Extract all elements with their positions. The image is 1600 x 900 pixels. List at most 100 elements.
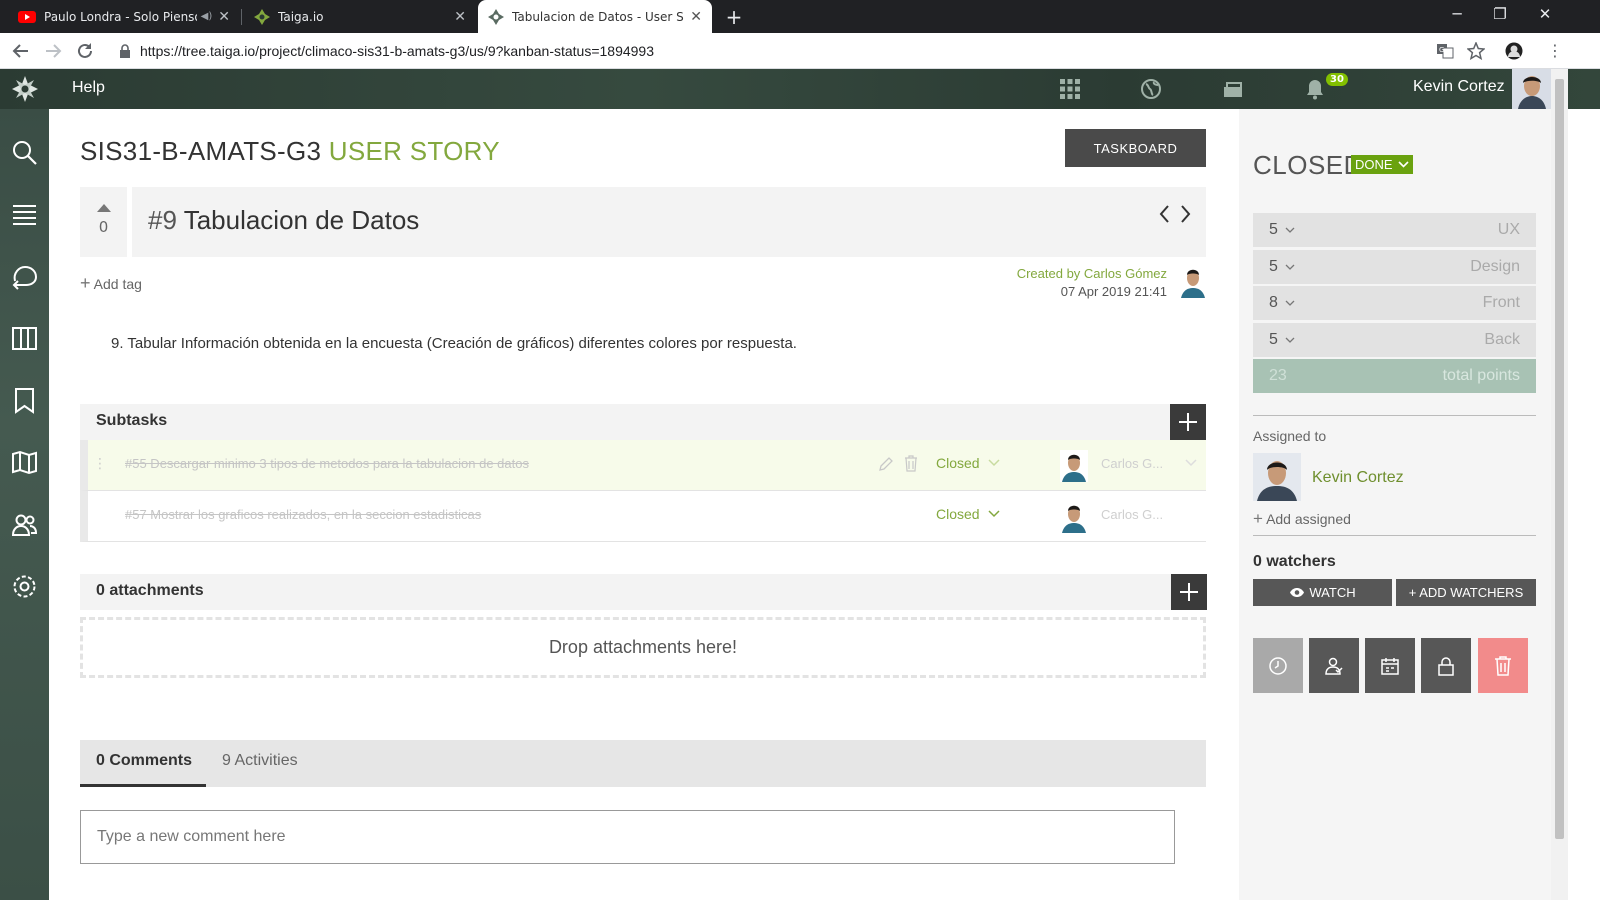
subtask-status[interactable]: Closed — [936, 455, 980, 471]
minimize-button[interactable]: ─ — [1442, 5, 1472, 23]
drag-handle-icon[interactable]: ⋮ — [93, 456, 107, 472]
watch-button[interactable]: WATCH — [1253, 579, 1392, 606]
settings-gear-icon[interactable] — [11, 573, 38, 600]
vote-box[interactable]: 0 — [80, 187, 127, 257]
subtask-status[interactable]: Closed — [936, 506, 980, 522]
chevron-down-icon — [1285, 300, 1295, 306]
story-title[interactable]: #9 Tabulacion de Datos — [148, 205, 419, 236]
profile-icon[interactable] — [1505, 42, 1523, 60]
attachments-dropzone[interactable]: Drop attachments here! — [80, 617, 1206, 678]
assigned-user-avatar[interactable] — [1253, 453, 1301, 501]
plus-icon — [1180, 583, 1198, 601]
comment-input[interactable]: Type a new comment here — [80, 810, 1175, 864]
forward-arrow-icon[interactable] — [43, 41, 63, 61]
chevron-down-icon[interactable] — [988, 510, 1000, 518]
maximize-button[interactable]: ❐ — [1485, 5, 1515, 23]
subtask-text[interactable]: #55 Descargar minimo 3 tipos de metodos … — [125, 456, 529, 471]
browser-tab-bar: Paulo Londra - Solo Pienso e ◀) ✕ Taiga.… — [0, 0, 1600, 33]
points-row-design[interactable]: 5 Design — [1253, 250, 1536, 284]
total-points-label: total points — [1442, 367, 1520, 384]
inbox-icon[interactable] — [1222, 78, 1244, 100]
assigned-to-label: Assigned to — [1253, 428, 1327, 444]
delete-button[interactable] — [1478, 638, 1528, 693]
speaker-icon: ◀) — [200, 11, 213, 22]
taiga-logo[interactable] — [0, 69, 49, 109]
search-icon[interactable] — [11, 139, 38, 166]
reload-icon[interactable] — [75, 41, 95, 61]
chevron-down-icon[interactable] — [1185, 459, 1197, 467]
projects-grid-icon[interactable] — [1059, 78, 1081, 100]
attachments-title: 0 attachments — [96, 582, 204, 599]
trash-icon[interactable] — [903, 455, 919, 472]
chevron-down-icon — [1397, 161, 1409, 168]
browser-tab-active[interactable]: Tabulacion de Datos - User Story ✕ — [478, 0, 712, 33]
backlog-icon[interactable] — [11, 201, 38, 228]
sprints-icon[interactable] — [11, 263, 38, 290]
block-button[interactable] — [1421, 638, 1471, 693]
page-scrollbar[interactable] — [1551, 69, 1568, 900]
subtask-row[interactable]: #57 Mostrar los graficos realizados, en … — [80, 491, 1206, 542]
watchers-count: 0 watchers — [1253, 553, 1336, 570]
add-assigned-button[interactable]: + Add assigned — [1253, 509, 1351, 529]
add-subtask-button[interactable] — [1170, 404, 1206, 440]
upvote-arrow-icon[interactable] — [96, 204, 111, 212]
divider — [1253, 415, 1536, 416]
assigned-user-name[interactable]: Kevin Cortez — [1312, 469, 1404, 487]
tab-activities[interactable]: 9 Activities — [222, 752, 298, 770]
assign-to-me-button[interactable] — [1309, 638, 1359, 693]
user-avatar[interactable] — [1512, 69, 1552, 109]
lock-icon — [1438, 656, 1454, 676]
url-field[interactable]: https://tree.taiga.io/project/climaco-si… — [118, 38, 1538, 64]
attachments-header: 0 attachments — [80, 574, 1206, 610]
chevron-down-icon — [1285, 264, 1295, 270]
subtask-text[interactable]: #57 Mostrar los graficos realizados, en … — [125, 507, 481, 522]
browser-tab-taiga[interactable]: Taiga.io ✕ — [244, 0, 476, 33]
points-value: 5 — [1269, 331, 1278, 348]
subtask-row[interactable]: ⋮ #55 Descargar minimo 3 tipos de metodo… — [80, 440, 1206, 491]
created-by: Created by Carlos Gómez — [1016, 266, 1167, 281]
add-watchers-button[interactable]: + ADD WATCHERS — [1396, 579, 1536, 606]
translate-icon[interactable]: G — [1436, 42, 1454, 60]
add-attachment-button[interactable] — [1171, 574, 1207, 610]
history-button[interactable] — [1253, 638, 1303, 693]
points-row-front[interactable]: 8 Front — [1253, 286, 1536, 320]
kanban-icon[interactable] — [11, 325, 38, 352]
back-arrow-icon[interactable] — [11, 41, 31, 61]
issues-bookmark-icon[interactable] — [11, 387, 38, 414]
star-icon[interactable] — [1467, 42, 1485, 60]
due-date-button[interactable] — [1365, 638, 1415, 693]
taskboard-button[interactable]: TASKBOARD — [1065, 129, 1206, 167]
scrollbar-thumb[interactable] — [1555, 79, 1564, 839]
browser-menu-icon[interactable]: ⋮ — [1547, 41, 1563, 60]
subtask-assignee[interactable]: Carlos G... — [1101, 507, 1163, 522]
team-icon[interactable] — [11, 511, 38, 538]
close-tab-icon[interactable]: ✕ — [218, 9, 230, 25]
browser-tab-youtube[interactable]: Paulo Londra - Solo Pienso e ◀) ✕ — [8, 0, 240, 33]
help-link[interactable]: Help — [72, 79, 105, 97]
new-tab-button[interactable]: + — [722, 5, 746, 29]
prev-next-arrows-icon[interactable] — [1158, 203, 1192, 225]
taiga-logo-icon — [11, 76, 38, 102]
chevron-down-icon[interactable] — [988, 459, 1000, 467]
status-dropdown[interactable]: DONE — [1351, 155, 1413, 174]
close-tab-icon[interactable]: ✕ — [454, 9, 466, 25]
close-window-button[interactable]: ✕ — [1530, 5, 1560, 23]
subtask-assignee[interactable]: Carlos G... — [1101, 456, 1163, 471]
close-tab-icon[interactable]: ✕ — [690, 9, 702, 25]
add-tag-label: Add tag — [93, 276, 142, 292]
user-name[interactable]: Kevin Cortez — [1413, 78, 1505, 96]
story-description[interactable]: 9. Tabular Información obtenida en la en… — [111, 335, 797, 352]
tab-comments[interactable]: 0 Comments — [96, 752, 192, 770]
assignee-avatar — [1060, 501, 1088, 533]
points-value: 5 — [1269, 258, 1278, 275]
add-tag-button[interactable]: + Add tag — [80, 273, 142, 294]
project-name[interactable]: SIS31-B-AMATS-G3 — [80, 136, 321, 166]
edit-pencil-icon[interactable] — [878, 456, 894, 472]
bell-icon[interactable] — [1304, 78, 1326, 100]
points-row-back[interactable]: 5 Back — [1253, 323, 1536, 357]
discover-globe-icon[interactable] — [1140, 78, 1162, 100]
created-date: 07 Apr 2019 21:41 — [1060, 284, 1167, 299]
wiki-book-icon[interactable] — [11, 449, 38, 476]
points-row-ux[interactable]: 5 UX — [1253, 213, 1536, 247]
svg-text:G: G — [1439, 46, 1444, 54]
